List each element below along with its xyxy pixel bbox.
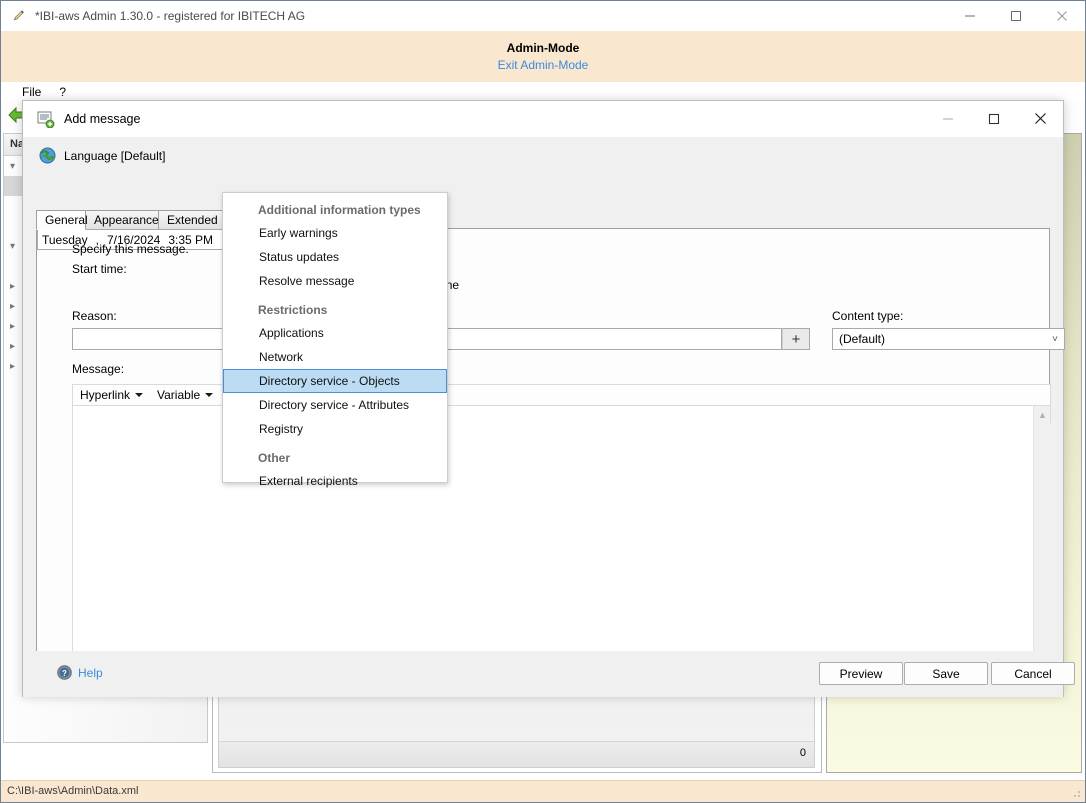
chevron-down-icon bbox=[205, 393, 213, 397]
chevron-down-icon: ▾ bbox=[10, 161, 15, 172]
add-message-dialog: Add message Language [Default] bbox=[22, 100, 1064, 697]
main-menu-bar: File ? bbox=[1, 82, 1085, 101]
variable-dropdown[interactable]: Variable bbox=[150, 387, 220, 403]
chevron-right-icon: ▸ bbox=[10, 321, 15, 332]
menu-group-header: Other bbox=[223, 441, 447, 469]
help-icon: ? bbox=[57, 665, 72, 680]
tab-extended[interactable]: Extended bbox=[158, 210, 223, 230]
main-title-bar: *IBI-aws Admin 1.30.0 - registered for I… bbox=[1, 1, 1085, 31]
globe-icon bbox=[39, 147, 56, 164]
preview-button[interactable]: Preview bbox=[819, 662, 903, 685]
dialog-minimize-button[interactable] bbox=[925, 101, 971, 136]
hyperlink-label: Hyperlink bbox=[80, 388, 130, 402]
menu-item-file[interactable]: File bbox=[13, 84, 50, 100]
content-type-select[interactable]: (Default) ˅ bbox=[832, 328, 1065, 350]
tab-general[interactable]: General bbox=[36, 210, 86, 230]
scroll-up-icon[interactable]: ▲ bbox=[1034, 406, 1051, 423]
admin-mode-banner: Admin-Mode Exit Admin-Mode bbox=[1, 31, 1085, 82]
status-bar: C:\IBI-aws\Admin\Data.xml bbox=[1, 780, 1085, 802]
menu-group-header: Restrictions bbox=[223, 293, 447, 321]
tab-page-general: Specify this message. Start time: Tuesda… bbox=[36, 229, 1050, 683]
start-time-label: Start time: bbox=[72, 262, 127, 276]
help-link[interactable]: ? Help bbox=[57, 665, 103, 680]
scrollbar-thumb[interactable] bbox=[1034, 423, 1051, 678]
chevron-down-icon bbox=[135, 393, 143, 397]
message-add-icon bbox=[37, 111, 55, 128]
add-information-type-menu: Additional information types Early warni… bbox=[222, 192, 448, 483]
svg-text:?: ? bbox=[62, 669, 67, 678]
menu-item-early-warnings[interactable]: Early warnings bbox=[223, 221, 447, 245]
status-bar-path: C:\IBI-aws\Admin\Data.xml bbox=[7, 785, 138, 797]
dialog-window-controls bbox=[925, 101, 1063, 136]
dialog-title-bar: Add message bbox=[23, 101, 1063, 137]
chevron-down-icon: ˅ bbox=[1052, 334, 1058, 345]
menu-item-network[interactable]: Network bbox=[223, 345, 447, 369]
chevron-down-icon: ▾ bbox=[10, 241, 15, 252]
help-label: Help bbox=[78, 666, 103, 680]
chevron-right-icon: ▸ bbox=[10, 301, 15, 312]
dialog-maximize-button[interactable] bbox=[971, 101, 1017, 136]
close-button[interactable] bbox=[1039, 1, 1085, 30]
instruction-text: Specify this message. bbox=[72, 242, 189, 256]
message-formatting-toolbar: Hyperlink Variable Select bbox=[72, 384, 1051, 405]
dialog-title: Add message bbox=[64, 112, 140, 126]
menu-group-header: Additional information types bbox=[223, 199, 447, 221]
menu-item-directory-service-attributes[interactable]: Directory service - Attributes bbox=[223, 393, 447, 417]
app-pen-icon bbox=[11, 8, 27, 24]
message-label: Message: bbox=[72, 362, 124, 376]
chevron-right-icon: ▸ bbox=[10, 341, 15, 352]
reason-label: Reason: bbox=[72, 309, 117, 323]
chevron-right-icon: ▸ bbox=[10, 361, 15, 372]
main-window-title: *IBI-aws Admin 1.30.0 - registered for I… bbox=[35, 9, 305, 23]
menu-item-external-recipients[interactable]: External recipients bbox=[223, 469, 447, 493]
save-button[interactable]: Save bbox=[904, 662, 988, 685]
menu-item-resolve-message[interactable]: Resolve message bbox=[223, 269, 447, 293]
exit-admin-mode-link[interactable]: Exit Admin-Mode bbox=[1, 56, 1085, 75]
menu-item-status-updates[interactable]: Status updates bbox=[223, 245, 447, 269]
cancel-button[interactable]: Cancel bbox=[991, 662, 1075, 685]
menu-item-help[interactable]: ? bbox=[50, 84, 75, 100]
language-selector[interactable]: Language [Default] bbox=[39, 147, 165, 164]
grid-footer-count: 0 bbox=[219, 741, 814, 767]
tab-appearance[interactable]: Appearance bbox=[85, 210, 159, 230]
message-scrollbar[interactable]: ▲ ▼ bbox=[1033, 406, 1050, 693]
main-window-controls bbox=[947, 1, 1085, 30]
language-label: Language [Default] bbox=[64, 149, 165, 163]
content-type-value: (Default) bbox=[839, 332, 885, 346]
menu-item-applications[interactable]: Applications bbox=[223, 321, 447, 345]
resize-grip-icon[interactable] bbox=[1070, 787, 1082, 799]
menu-item-directory-service-objects[interactable]: Directory service - Objects bbox=[223, 369, 447, 393]
hyperlink-dropdown[interactable]: Hyperlink bbox=[73, 387, 150, 403]
minimize-button[interactable] bbox=[947, 1, 993, 30]
content-type-label: Content type: bbox=[832, 309, 903, 323]
menu-item-registry[interactable]: Registry bbox=[223, 417, 447, 441]
dialog-footer: ? Help Preview Save Cancel bbox=[23, 651, 1063, 697]
dialog-close-button[interactable] bbox=[1017, 101, 1063, 136]
maximize-button[interactable] bbox=[993, 1, 1039, 30]
dialog-tab-strip: General Appearance Extended + bbox=[36, 210, 1050, 229]
chevron-right-icon: ▸ bbox=[10, 281, 15, 292]
dialog-body: Language [Default] General Appearance Ex… bbox=[23, 137, 1063, 697]
variable-label: Variable bbox=[157, 388, 200, 402]
reason-add-button[interactable]: + bbox=[782, 328, 810, 350]
admin-mode-title: Admin-Mode bbox=[1, 41, 1085, 56]
